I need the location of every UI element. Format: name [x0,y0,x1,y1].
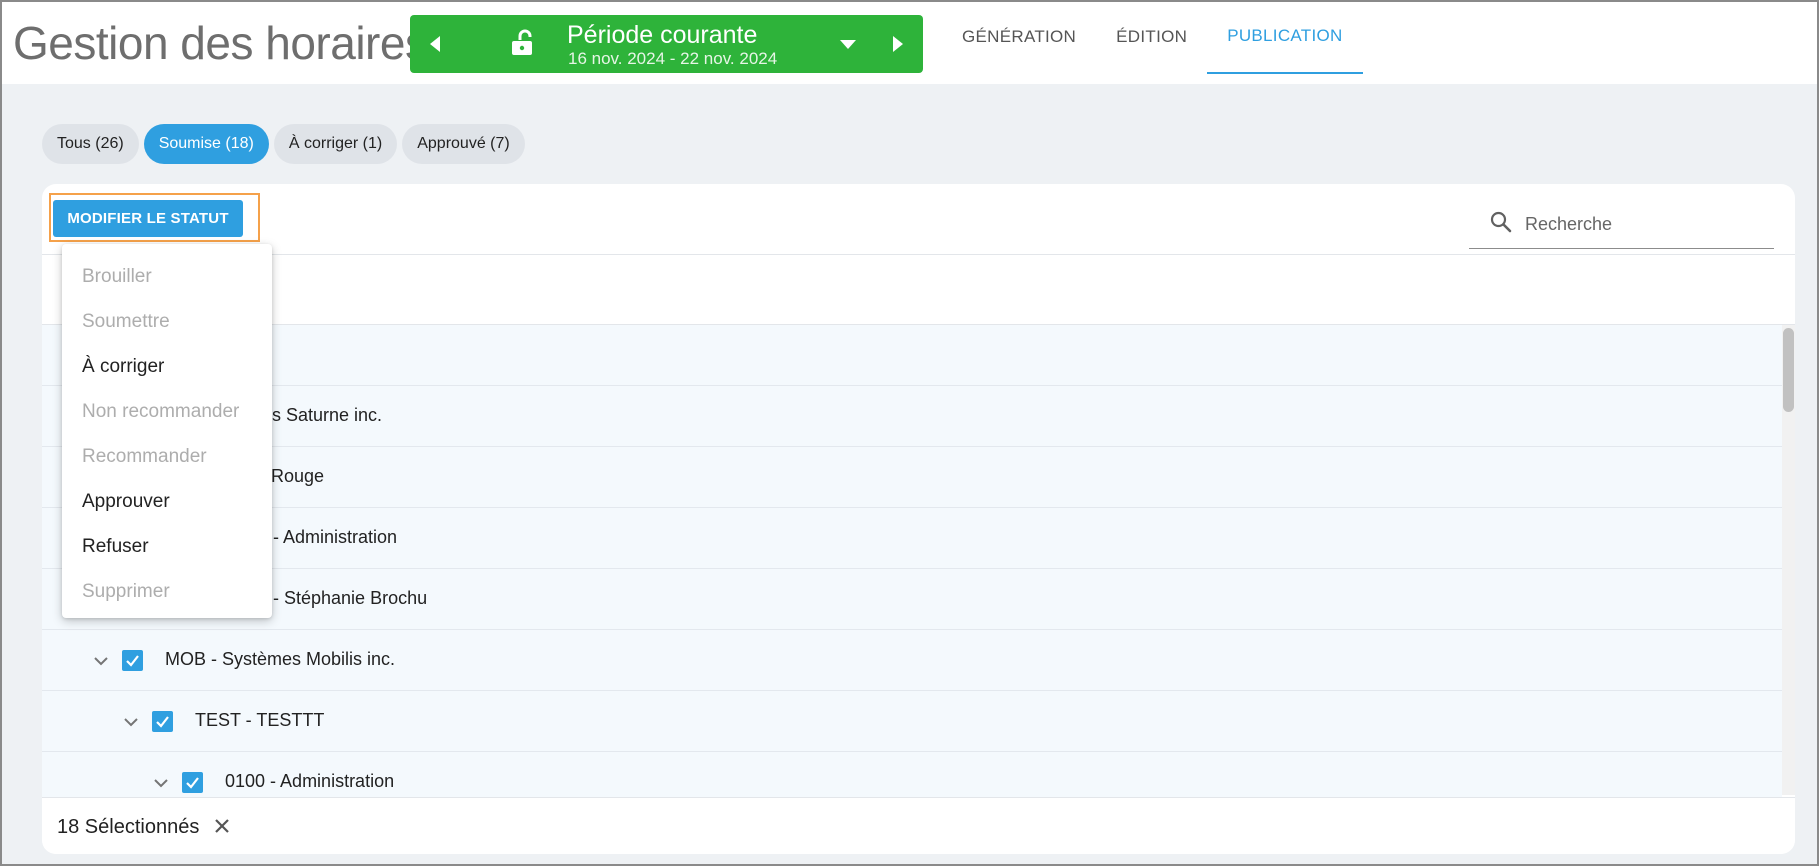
tab-generation[interactable]: GÉNÉRATION [942,0,1096,74]
row-checkbox[interactable] [122,650,143,671]
menu-item-submit: Soumettre [82,310,170,332]
search-input[interactable] [1525,211,1765,237]
row-label: s Saturne inc. [272,405,383,425]
app-header: Gestion des horaires Période courante 16… [0,0,1819,84]
page-title: Gestion des horaires [13,17,428,69]
checkmark-icon [126,655,139,667]
row-label: - Administration [273,527,398,547]
menu-item-delete: Supprimer [82,580,170,602]
chevron-down-icon[interactable] [122,713,140,736]
filter-chip-submitted[interactable]: Soumise (18) [143,124,269,164]
tab-edition[interactable]: ÉDITION [1096,0,1207,74]
arrow-left-icon [430,36,440,52]
period-dates: 16 nov. 2024 - 22 nov. 2024 [568,49,778,68]
main-tabs: GÉNÉRATION ÉDITION PUBLICATION [942,0,1363,84]
period-dropdown-button[interactable] [823,15,873,73]
status-menu: Brouiller Soumettre À corriger Non recom… [62,244,272,618]
menu-item-to-correct[interactable]: À corriger [62,344,272,389]
table-row[interactable]: - Administration [42,508,1782,569]
row-checkbox[interactable] [182,772,203,793]
arrow-right-icon [893,36,903,52]
filter-chip-all[interactable]: Tous (26) [42,124,139,164]
modify-status-button[interactable]: MODIFIER LE STATUT [53,200,243,237]
selection-footer: 18 Sélectionnés [42,797,1795,854]
table-row[interactable]: Rouge [42,447,1782,508]
chevron-down-icon[interactable] [92,652,110,675]
caret-down-icon [840,39,856,49]
menu-item-refuse[interactable]: Refuser [62,524,272,569]
filter-chip-to-correct[interactable]: À corriger (1) [273,124,398,164]
row-label: - Stéphanie Brochu [273,588,428,608]
next-period-button[interactable] [873,15,923,73]
schedule-panel: MODIFIER LE STATUT s Saturne inc. Rouge … [42,184,1795,854]
row-label: Rouge [271,466,325,486]
row-label: TEST - TESTTT [195,710,325,730]
table-row[interactable]: TEST - TESTTT [42,691,1782,752]
period-title: Période courante [567,21,758,49]
period-selector: Période courante 16 nov. 2024 - 22 nov. … [410,15,923,73]
table-row[interactable]: s Saturne inc. [42,386,1782,447]
scrollbar-thumb[interactable] [1783,328,1794,412]
checkmark-icon [186,777,199,789]
row-label: 0100 - Administration [225,771,395,791]
tab-publication[interactable]: PUBLICATION [1207,0,1363,74]
menu-item-not-recommend: Non recommander [82,400,240,422]
checkmark-icon [156,716,169,728]
menu-item-approve[interactable]: Approuver [62,479,272,524]
chevron-down-icon[interactable] [152,774,170,797]
search-icon [1489,210,1513,239]
status-filter-chips: Tous (26) Soumise (18) À corriger (1) Ap… [42,124,525,164]
selected-count: 18 Sélectionnés [57,816,200,838]
filter-chip-approved[interactable]: Approuvé (7) [402,124,525,164]
table-row[interactable]: - Stéphanie Brochu [42,569,1782,630]
clear-selection-icon[interactable] [212,816,232,841]
schedule-tree: s Saturne inc. Rouge - Administration - … [42,325,1782,813]
row-checkbox[interactable] [152,711,173,732]
menu-item-draft: Brouiller [82,265,152,287]
row-label: MOB - Systèmes Mobilis inc. [165,649,396,669]
menu-item-recommend: Recommander [82,445,207,467]
unlock-icon [510,29,538,62]
table-row[interactable] [42,325,1782,386]
previous-period-button[interactable] [410,15,460,73]
search-field [1469,201,1774,249]
table-row[interactable]: MOB - Systèmes Mobilis inc. [42,630,1782,691]
table-header-row [42,254,1795,325]
